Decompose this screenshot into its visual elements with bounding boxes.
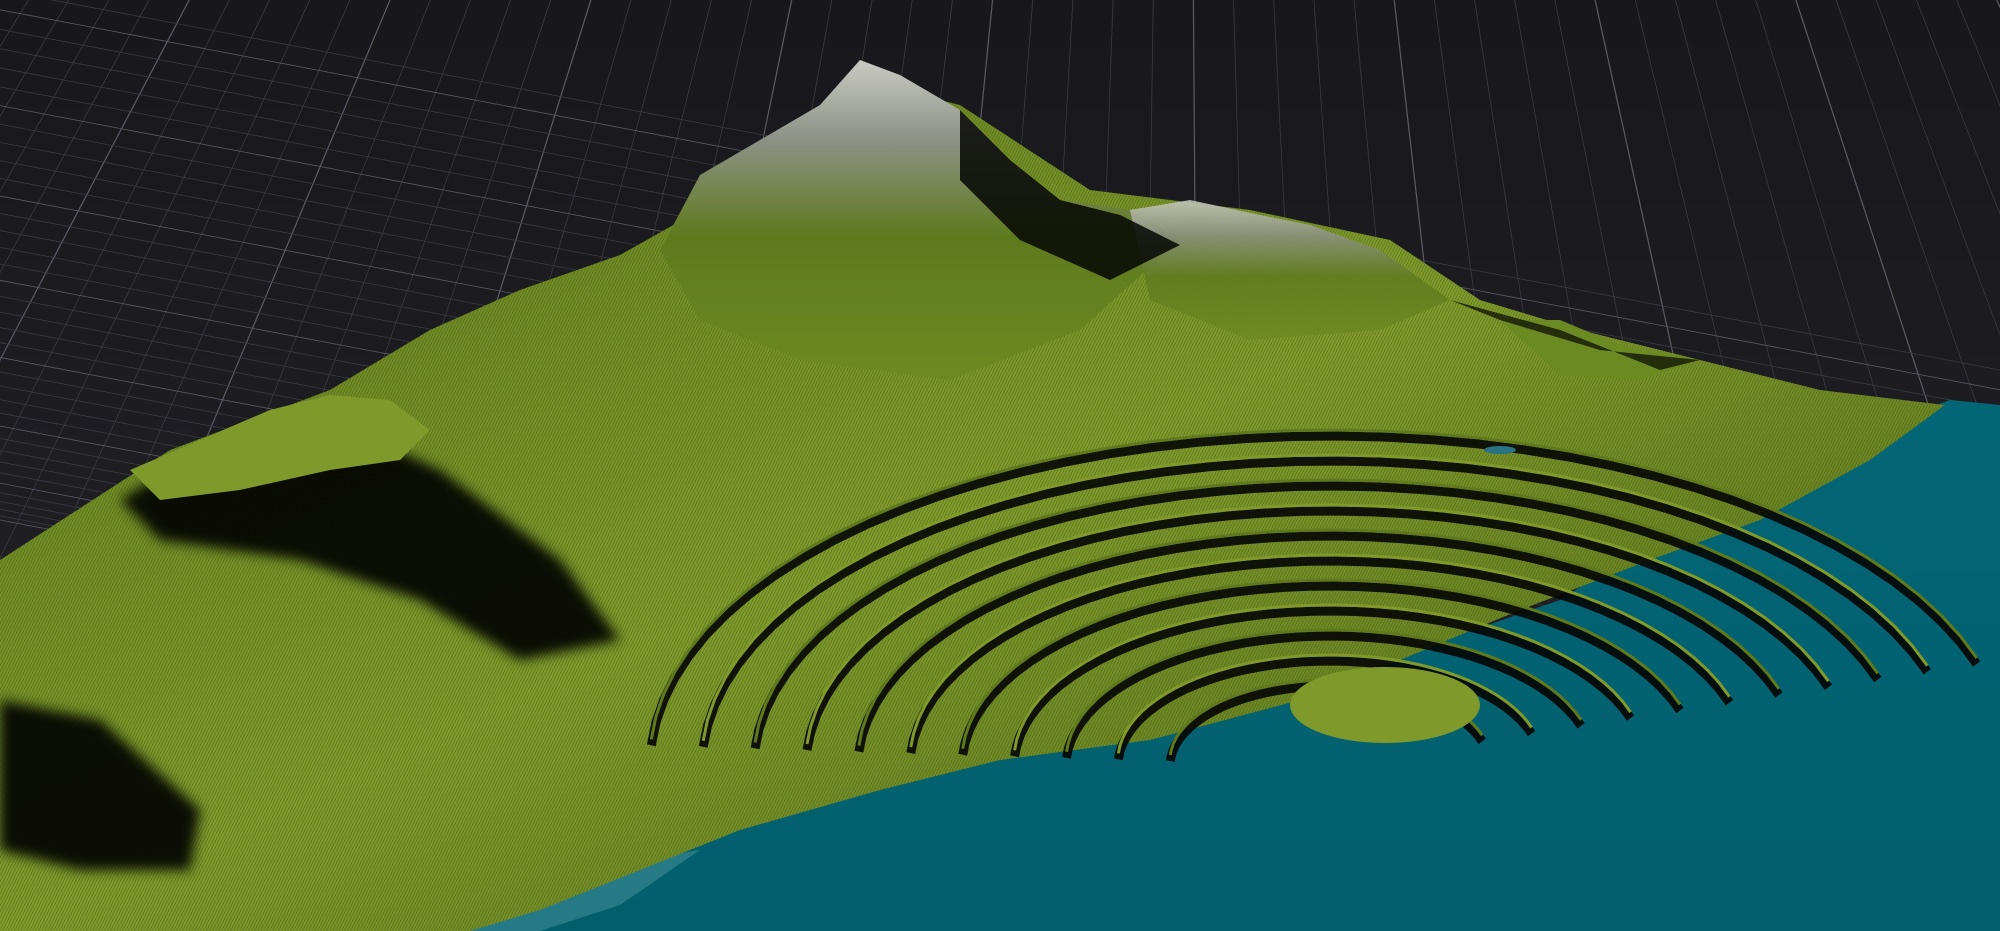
3d-viewport[interactable]: [0, 0, 2000, 931]
terrain-scene[interactable]: [0, 0, 2000, 931]
pond: [1484, 446, 1516, 454]
terrace-center: [1290, 667, 1480, 743]
